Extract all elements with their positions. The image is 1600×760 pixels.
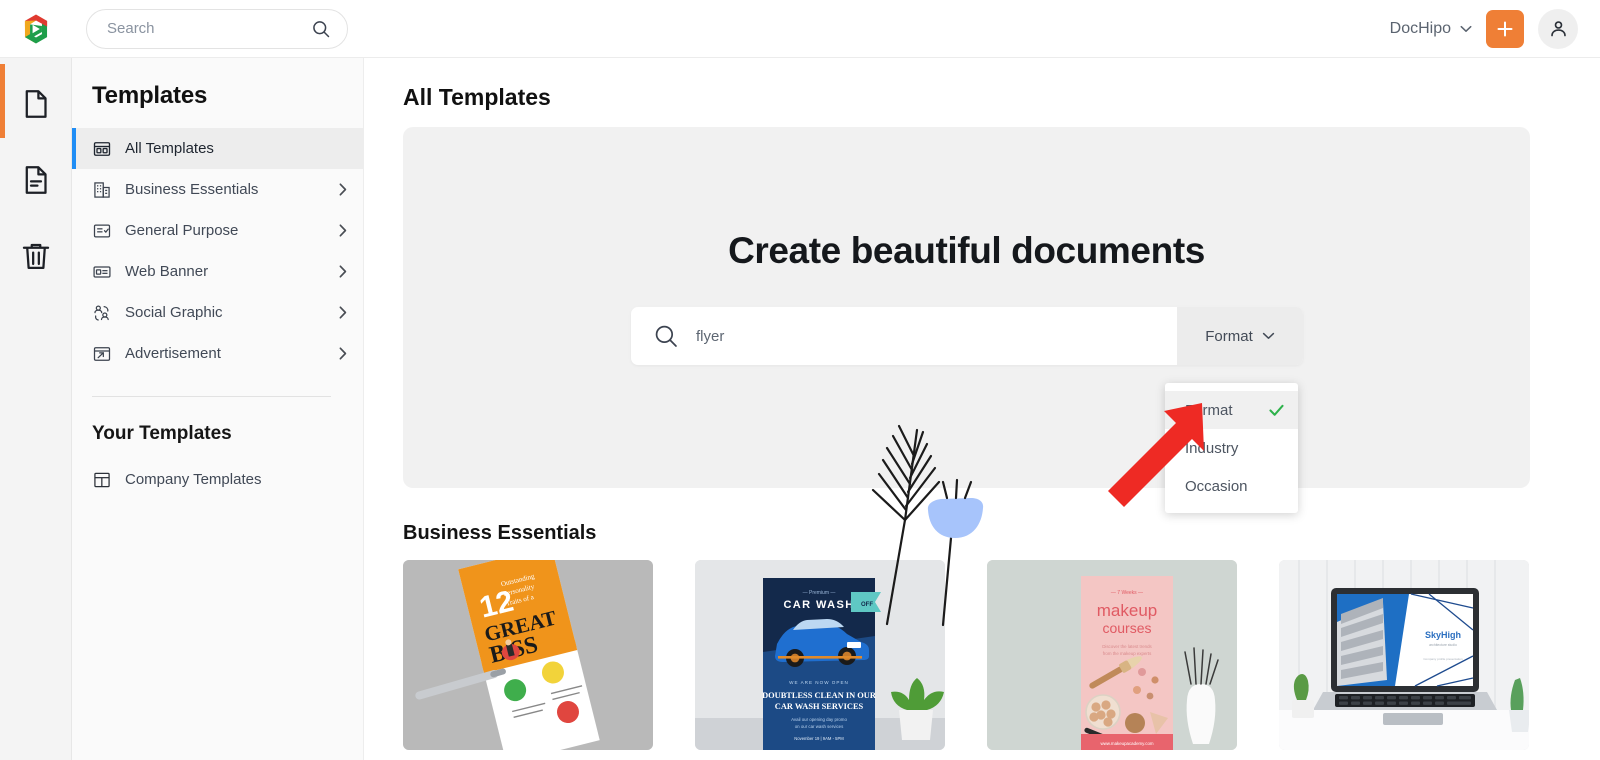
chevron-down-icon <box>1460 25 1472 32</box>
sidebar-item-all-templates[interactable]: All Templates <box>72 128 363 169</box>
svg-text:WE ARE NOW OPEN: WE ARE NOW OPEN <box>789 680 849 685</box>
chevron-right-icon <box>339 265 347 278</box>
dropdown-item-format[interactable]: Format <box>1165 391 1298 429</box>
checklist-icon <box>93 224 111 237</box>
page-title: All Templates <box>403 84 551 110</box>
rail-item-documents[interactable] <box>0 64 72 138</box>
trash-icon <box>22 243 49 270</box>
dropdown-item-occasion[interactable]: Occasion <box>1165 467 1298 505</box>
account-button[interactable] <box>1538 8 1578 49</box>
hero-headline: Create beautiful documents <box>728 230 1205 271</box>
sidebar-item-label: All Templates <box>125 140 214 157</box>
search-icon <box>313 20 330 37</box>
user-avatar-icon <box>1550 21 1566 37</box>
svg-text:architecture studio: architecture studio <box>1429 643 1457 647</box>
icon-rail <box>0 58 72 760</box>
filter-dropdown-menu: Format Industry Occasion <box>1165 383 1298 513</box>
skyhigh-presentation-thumbnail: SkyHigh architecture studio Company prof… <box>1279 560 1529 750</box>
file-icon <box>25 90 47 118</box>
svg-text:SkyHigh: SkyHigh <box>1425 630 1461 640</box>
plus-icon <box>1497 21 1513 36</box>
sidebar: Templates All Templates Business Essenti… <box>72 58 364 760</box>
brand-menu-button[interactable]: DocHipo <box>1390 20 1472 38</box>
svg-text:— Premium —: — Premium — <box>803 590 836 596</box>
chevron-right-icon <box>339 306 347 319</box>
sidebar-item-business-essentials[interactable]: Business Essentials <box>72 169 363 210</box>
template-card-makeup-courses-flyer[interactable]: — 7 Weeks — makeup courses Discover the … <box>987 560 1237 750</box>
dropdown-item-label: Occasion <box>1185 477 1248 495</box>
app-root: DocHipo <box>0 0 1600 760</box>
sidebar-item-general-purpose[interactable]: General Purpose <box>72 210 363 251</box>
sidebar-item-advertisement[interactable]: Advertisement <box>72 333 363 374</box>
svg-text:DOUBTLESS CLEAN IN OUR: DOUBTLESS CLEAN IN OUR <box>762 691 877 700</box>
template-card-skyhigh-presentation[interactable]: SkyHigh architecture studio Company prof… <box>1279 560 1529 750</box>
great-boss-flyer-thumbnail: 12 Outstanding Personality Traits of a G… <box>403 560 653 750</box>
format-filter-label: Format <box>1205 327 1253 345</box>
sidebar-item-label: General Purpose <box>125 222 239 239</box>
dochipo-hexagon-logo <box>24 14 48 43</box>
chevron-down-icon <box>1262 332 1274 339</box>
fern-and-blue-flower-illustration <box>871 424 984 627</box>
svg-text:makeup: makeup <box>1097 601 1157 620</box>
sidebar-item-label: Social Graphic <box>125 304 223 321</box>
banner-icon <box>93 265 111 278</box>
rail-item-templates[interactable] <box>0 156 72 204</box>
rail-item-trash[interactable] <box>0 232 72 280</box>
sidebar-item-social-graphic[interactable]: Social Graphic <box>72 292 363 333</box>
template-search-bar[interactable]: Format <box>631 307 1303 365</box>
ad-window-icon <box>93 346 111 361</box>
template-card-great-boss-flyer[interactable]: 12 Outstanding Personality Traits of a G… <box>403 560 653 750</box>
chevron-right-icon <box>339 347 347 360</box>
svg-text:on our car wash services: on our car wash services <box>795 724 844 729</box>
company-grid-icon <box>94 472 110 487</box>
makeup-courses-flyer-thumbnail: — 7 Weeks — makeup courses Discover the … <box>987 560 1237 750</box>
template-search-input[interactable] <box>696 327 1177 345</box>
chevron-right-icon <box>339 224 347 237</box>
social-share-icon <box>94 305 109 321</box>
global-search[interactable] <box>86 8 348 49</box>
create-new-button[interactable] <box>1486 9 1524 48</box>
svg-text:November 19 | 9AM - 5PM: November 19 | 9AM - 5PM <box>794 736 844 741</box>
svg-text:— 7 Weeks —: — 7 Weeks — <box>1111 590 1143 596</box>
svg-text:www.makeupacademy.com: www.makeupacademy.com <box>1100 741 1153 746</box>
sidebar-item-company-templates[interactable]: Company Templates <box>72 459 363 500</box>
sidebar-title: Templates <box>92 82 208 109</box>
sidebar-item-web-banner[interactable]: Web Banner <box>72 251 363 292</box>
sidebar-item-label: Advertisement <box>125 345 221 362</box>
svg-text:Company profile presentation: Company profile presentation <box>1423 657 1463 661</box>
document-lines-icon <box>25 166 47 194</box>
brand-menu-label: DocHipo <box>1389 19 1451 37</box>
check-icon <box>1269 404 1284 416</box>
grid-layout-icon <box>93 141 111 156</box>
top-bar-actions: DocHipo <box>1390 8 1600 49</box>
top-bar: DocHipo <box>0 0 1600 58</box>
app-logo[interactable] <box>0 0 72 58</box>
svg-text:from the makeup experts: from the makeup experts <box>1103 651 1152 656</box>
search-icon <box>655 325 677 347</box>
dropdown-item-label: Format <box>1185 401 1233 419</box>
sidebar-item-label: Business Essentials <box>125 181 259 198</box>
svg-text:Discover the latest trends: Discover the latest trends <box>1102 644 1152 649</box>
format-filter-button[interactable]: Format <box>1177 307 1303 365</box>
dropdown-item-industry[interactable]: Industry <box>1165 429 1298 467</box>
svg-text:CAR WASH SERVICES: CAR WASH SERVICES <box>775 702 864 711</box>
svg-text:courses: courses <box>1102 620 1151 636</box>
sidebar-item-label: Company Templates <box>125 471 262 488</box>
hero-banner: Create beautiful documents Format <box>403 127 1530 627</box>
dropdown-item-label: Industry <box>1185 439 1239 457</box>
svg-text:Avail our opening day promo: Avail our opening day promo <box>791 717 847 722</box>
sidebar-item-label: Web Banner <box>125 263 209 280</box>
search-input[interactable] <box>107 20 311 37</box>
chevron-right-icon <box>339 183 347 196</box>
your-templates-title: Your Templates <box>92 423 232 444</box>
main-content: All Templates Create beautiful documents… <box>364 58 1600 760</box>
building-icon <box>94 181 110 198</box>
